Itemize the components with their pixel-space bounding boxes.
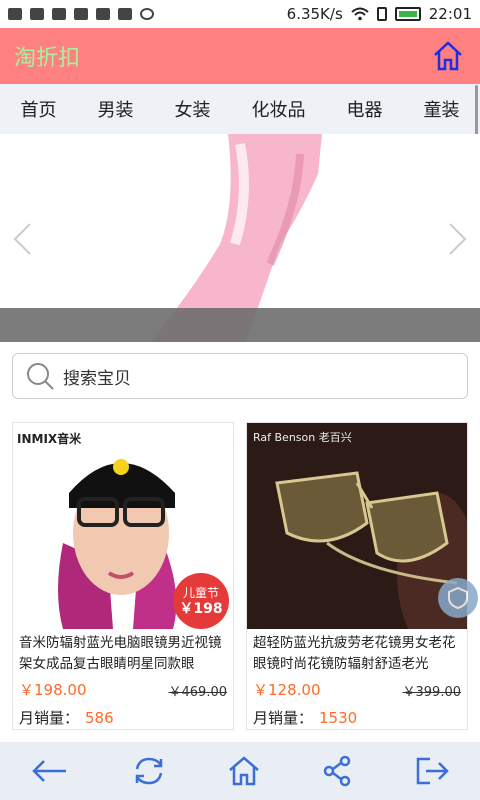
app-header: 淘折扣 — [0, 28, 480, 84]
product-card[interactable]: INMIX音米 儿童节 ￥198 音米防辐射蓝光电脑眼镜男近视镜架女成品复古眼睛… — [12, 422, 234, 730]
refresh-icon[interactable] — [131, 755, 167, 787]
tab-women[interactable]: 女装 — [175, 96, 211, 122]
notification-icons — [8, 8, 154, 20]
tab-home[interactable]: 首页 — [21, 96, 57, 122]
monthly-sales: 月销量： 1530 — [253, 707, 357, 728]
share-icon[interactable] — [321, 755, 353, 787]
badge-label: 儿童节 — [182, 586, 219, 600]
search-icon — [27, 363, 54, 390]
product-brand-logo: Raf Benson 老百兴 — [253, 431, 352, 444]
tab-cosmetics[interactable]: 化妆品 — [252, 96, 306, 122]
chevron-right-icon[interactable] — [448, 222, 468, 256]
back-arrow-icon[interactable] — [30, 756, 70, 786]
promo-badge: 儿童节 ￥198 — [173, 573, 229, 629]
tab-electronics[interactable]: 电器 — [347, 96, 383, 122]
clock: 22:01 — [428, 5, 472, 23]
tab-kids[interactable]: 童装 — [424, 96, 460, 122]
category-nav: 首页 男装 女装 化妆品 电器 童装 — [0, 84, 480, 134]
banner-carousel[interactable] — [0, 134, 480, 342]
sales-count: 586 — [85, 709, 114, 727]
home-icon[interactable] — [227, 755, 261, 787]
app-title: 淘折扣 — [14, 46, 81, 71]
search-placeholder: 搜索宝贝 — [63, 368, 131, 389]
usb-icon — [74, 8, 88, 20]
sales-count: 1530 — [319, 709, 358, 727]
product-title[interactable]: 超轻防蓝光抗疲劳老花镜男女老花眼镜时尚花镜防辐射舒适老光 — [253, 633, 463, 675]
exit-icon[interactable] — [414, 755, 450, 787]
product-card[interactable]: Raf Benson 老百兴 超轻防蓝光抗疲劳老花镜男女老花眼镜时尚花镜防辐射舒… — [246, 422, 468, 730]
apps-icon — [96, 8, 110, 20]
monthly-sales: 月销量： 586 — [19, 707, 114, 728]
search-input[interactable]: 搜索宝贝 — [12, 353, 468, 399]
image-icon — [52, 8, 66, 20]
product-original-price: ￥399.00 — [402, 685, 462, 700]
network-speed: 6.35K/s — [286, 5, 343, 23]
smiley-icon — [140, 8, 154, 20]
chat-icon — [8, 8, 22, 20]
product-original-price: ￥469.00 — [168, 685, 228, 700]
shield-icon — [448, 586, 468, 610]
home-button[interactable] — [430, 38, 466, 74]
battery-icon — [394, 7, 421, 21]
banner-caption-bar — [0, 308, 480, 342]
app-icon — [118, 8, 132, 20]
product-image: Raf Benson 老百兴 — [247, 423, 467, 629]
sales-label: 月销量： — [253, 709, 314, 727]
bottom-toolbar — [0, 742, 480, 800]
product-title[interactable]: 音米防辐射蓝光电脑眼镜男近视镜架女成品复古眼睛明星同款眼 — [19, 633, 229, 675]
qq-icon — [30, 8, 44, 20]
chevron-left-icon[interactable] — [12, 222, 32, 256]
security-float-button[interactable] — [438, 578, 478, 618]
badge-price: ￥198 — [179, 601, 223, 617]
product-price: ￥198.00 — [19, 681, 87, 699]
wifi-icon — [351, 7, 369, 21]
sales-label: 月销量： — [19, 709, 80, 727]
phone-icon — [376, 7, 387, 21]
status-bar: 6.35K/s 22:01 — [0, 0, 480, 28]
product-brand-logo: INMIX音米 — [17, 431, 82, 446]
home-icon — [434, 41, 462, 71]
product-price: ￥128.00 — [253, 681, 321, 699]
tab-men[interactable]: 男装 — [98, 96, 134, 122]
